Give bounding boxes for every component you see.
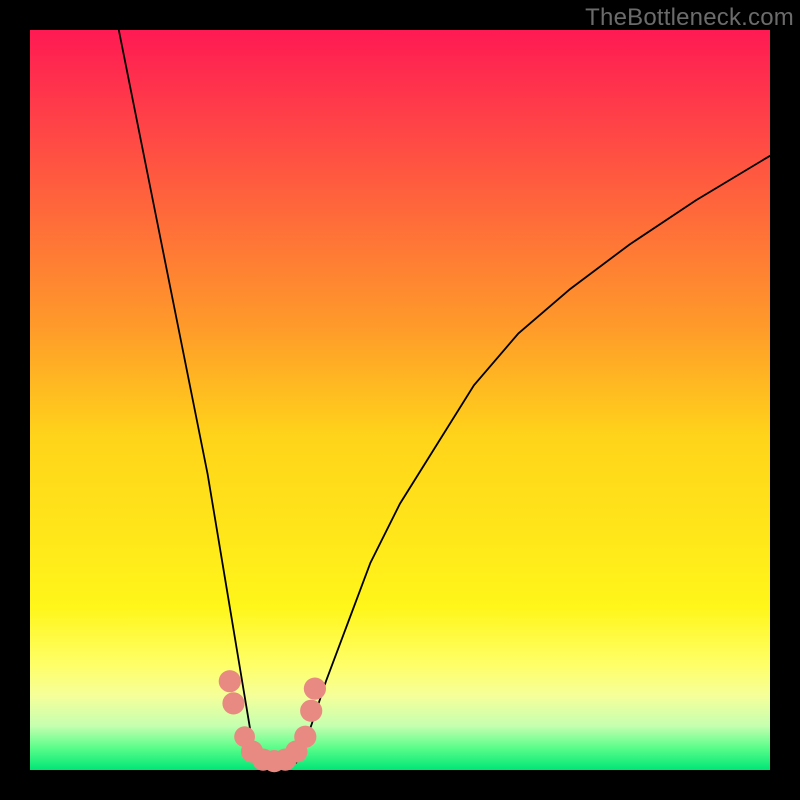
outer-frame: TheBottleneck.com [0,0,800,800]
data-marker [300,700,322,722]
right-curve-line [296,156,770,763]
data-marker [219,670,241,692]
chart-svg [30,30,770,770]
watermark-text: TheBottleneck.com [585,4,794,32]
left-curve-line [119,30,260,763]
data-markers-group [219,670,326,772]
data-marker [304,678,326,700]
data-marker [222,692,244,714]
data-marker [294,726,316,748]
